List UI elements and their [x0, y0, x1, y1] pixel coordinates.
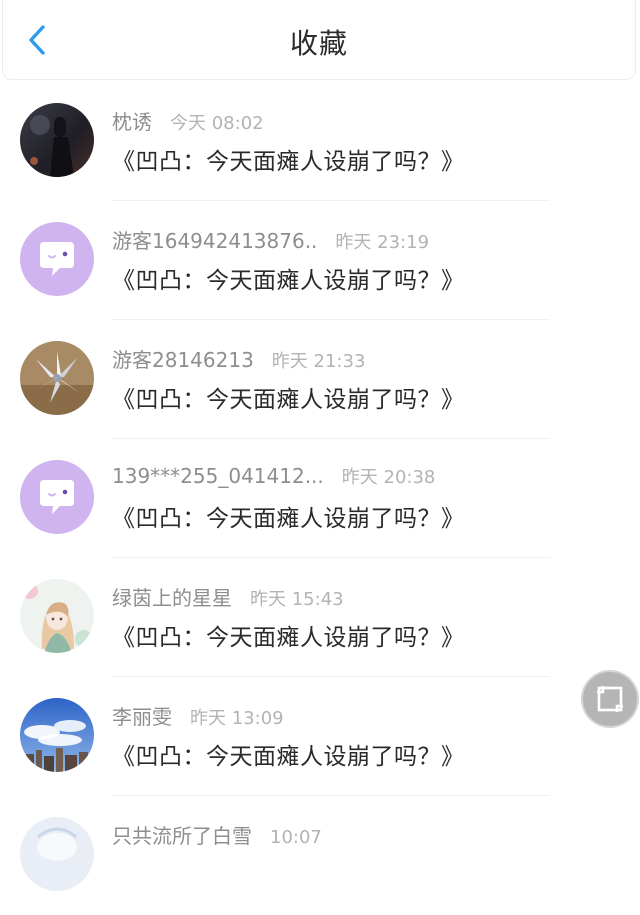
avatar[interactable] — [20, 341, 94, 415]
item-meta: 李丽雯 昨天 13:09 — [112, 701, 284, 731]
timestamp: 昨天 15:43 — [250, 589, 344, 610]
avatar[interactable] — [20, 460, 94, 534]
list-item[interactable]: 139***255_041412... 昨天 20:38 《凹凸：今天面瘫人设崩… — [0, 439, 640, 558]
avatar[interactable] — [20, 817, 94, 891]
timestamp: 今天 08:02 — [170, 113, 264, 134]
message-text: 《凹凸：今天面瘫人设崩了吗？》 — [112, 149, 465, 175]
item-meta: 绿茵上的星星 昨天 15:43 — [112, 582, 344, 612]
timestamp: 昨天 20:38 — [341, 467, 436, 488]
page-title: 收藏 — [289, 27, 348, 60]
item-meta: 139***255_041412... 昨天 20:38 — [112, 463, 435, 493]
timestamp: 昨天 13:09 — [190, 708, 284, 729]
item-meta: 游客164942413876.. 昨天 23:19 — [112, 225, 429, 255]
item-meta: 只共流所了白雪 10:07 — [112, 820, 322, 850]
chat-bubble-icon — [20, 222, 94, 296]
user-name[interactable]: 绿茵上的星星 — [112, 582, 232, 611]
user-name[interactable]: 139***255_041412... — [112, 464, 324, 488]
timestamp: 昨天 23:19 — [335, 232, 430, 253]
list-item[interactable]: 枕诱 今天 08:02 《凹凸：今天面瘫人设崩了吗？》 — [0, 82, 640, 201]
avatar[interactable] — [20, 103, 94, 177]
favorites-list: 枕诱 今天 08:02 《凹凸：今天面瘫人设崩了吗？》 游客1649424138… — [0, 82, 640, 915]
user-name[interactable]: 游客164942413876.. — [112, 225, 317, 254]
message-text: 《凹凸：今天面瘫人设崩了吗？》 — [112, 625, 465, 651]
item-meta: 游客28146213 昨天 21:33 — [112, 344, 365, 374]
avatar[interactable] — [20, 579, 94, 653]
top-navigation-bar: 收藏 — [2, 0, 636, 80]
message-text: 《凹凸：今天面瘫人设崩了吗？》 — [112, 387, 465, 413]
user-name[interactable]: 游客28146213 — [112, 344, 254, 373]
list-item[interactable]: 游客164942413876.. 昨天 23:19 《凹凸：今天面瘫人设崩了吗？… — [0, 201, 640, 320]
list-item[interactable]: 游客28146213 昨天 21:33 《凹凸：今天面瘫人设崩了吗？》 — [0, 320, 640, 439]
item-meta: 枕诱 今天 08:02 — [112, 106, 264, 136]
user-name[interactable]: 李丽雯 — [112, 701, 172, 730]
timestamp: 10:07 — [270, 827, 322, 848]
list-item[interactable]: 只共流所了白雪 10:07 — [0, 796, 640, 915]
message-text: 《凹凸：今天面瘫人设崩了吗？》 — [112, 506, 465, 532]
screenshot-floating-button[interactable] — [583, 672, 637, 726]
avatar[interactable] — [20, 222, 94, 296]
screenshot-crop-icon — [597, 686, 623, 712]
user-name[interactable]: 只共流所了白雪 — [112, 820, 252, 849]
list-item[interactable]: 绿茵上的星星 昨天 15:43 《凹凸：今天面瘫人设崩了吗？》 — [0, 558, 640, 677]
message-text: 《凹凸：今天面瘫人设崩了吗？》 — [112, 744, 465, 770]
timestamp: 昨天 21:33 — [271, 351, 366, 372]
chat-bubble-icon — [20, 460, 94, 534]
message-text: 《凹凸：今天面瘫人设崩了吗？》 — [112, 268, 465, 294]
avatar[interactable] — [20, 698, 94, 772]
user-name[interactable]: 枕诱 — [112, 106, 152, 135]
list-item[interactable]: 李丽雯 昨天 13:09 《凹凸：今天面瘫人设崩了吗？》 — [0, 677, 640, 796]
